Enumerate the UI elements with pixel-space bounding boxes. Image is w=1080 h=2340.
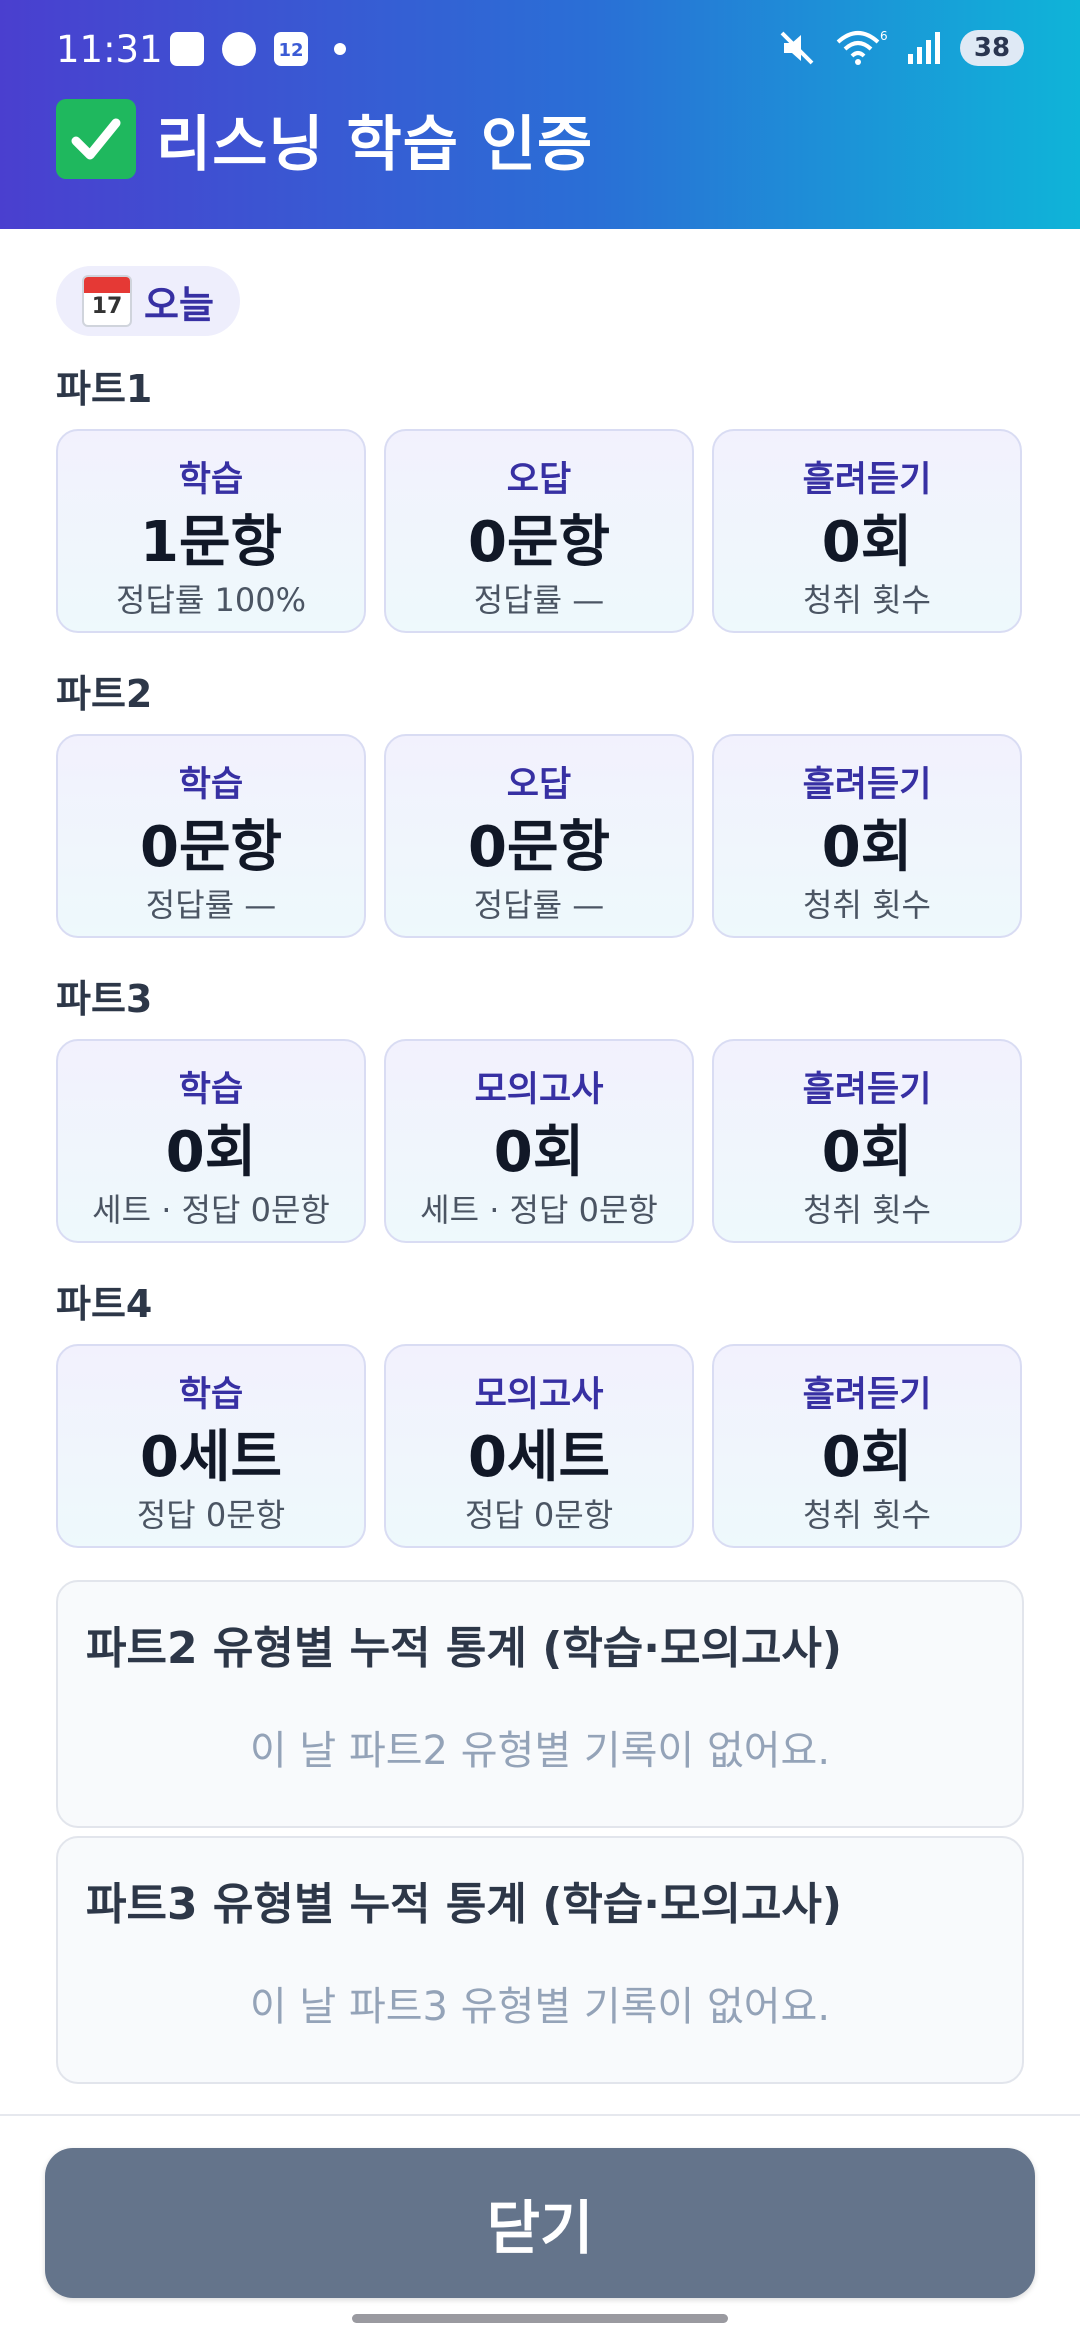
card-title: 학습 (178, 1070, 244, 1110)
system-icons: 6 38 (778, 28, 1024, 68)
page-title: 리스닝 학습 인증 (156, 109, 594, 180)
card-value: 0문항 (467, 815, 610, 880)
check-mark-icon (56, 99, 136, 179)
card-subtext: 세트 · 정답 0문항 (420, 1191, 658, 1229)
card-value: 0회 (493, 1120, 585, 1185)
part2-listening-card[interactable]: 흘려듣기 0회 청취 횟수 (712, 734, 1022, 938)
stats-empty-message: 이 날 파트3 유형별 기록이 없어요. (249, 1984, 831, 2030)
wifi-icon: 6 (836, 29, 888, 65)
stats-panel-title: 파트2 유형별 누적 통계 (학습·모의고사) (86, 1623, 843, 1674)
close-button[interactable]: 닫기 (45, 2148, 1035, 2298)
card-value: 0회 (821, 815, 913, 880)
card-title: 흘려듣기 (802, 765, 932, 805)
card-title: 모의고사 (474, 1375, 604, 1415)
card-title: 학습 (178, 1375, 244, 1415)
date-label: 오늘 (144, 282, 214, 327)
card-title: 흘려듣기 (802, 460, 932, 500)
card-value: 0회 (821, 510, 913, 575)
calendar-icon-day: 17 (91, 294, 123, 319)
stats-panel-title: 파트3 유형별 누적 통계 (학습·모의고사) (86, 1879, 843, 1930)
card-value: 0문항 (139, 815, 282, 880)
network-type-label: 6 (880, 29, 888, 43)
part2-study-card[interactable]: 학습 0문항 정답률 — (56, 734, 366, 938)
part1-wrong-card[interactable]: 오답 0문항 정답률 — (384, 429, 694, 633)
card-title: 오답 (506, 460, 572, 500)
part2-type-stats-panel: 파트2 유형별 누적 통계 (학습·모의고사) 이 날 파트2 유형별 기록이 … (56, 1580, 1024, 1828)
card-title: 오답 (506, 765, 572, 805)
card-subtext: 청취 횟수 (803, 1191, 931, 1229)
part2-label: 파트2 (56, 672, 153, 716)
app-header: 11:31 12 6 38 리스닝 학습 인증 (0, 0, 1080, 229)
card-title: 흘려듣기 (802, 1375, 932, 1415)
status-time: 11:31 (56, 28, 163, 71)
part1-cards: 학습 1문항 정답률 100% 오답 0문항 정답률 — 흘려듣기 0회 청취 … (56, 429, 1024, 635)
battery-indicator: 38 (960, 30, 1024, 66)
card-subtext: 정답률 — (473, 581, 605, 619)
part2-wrong-card[interactable]: 오답 0문항 정답률 — (384, 734, 694, 938)
part4-cards: 학습 0세트 정답 0문항 모의고사 0세트 정답 0문항 흘려듣기 0회 청취… (56, 1344, 1024, 1550)
part2-cards: 학습 0문항 정답률 — 오답 0문항 정답률 — 흘려듣기 0회 청취 횟수 (56, 734, 1024, 940)
part1-listening-card[interactable]: 흘려듣기 0회 청취 횟수 (712, 429, 1022, 633)
part1-study-card[interactable]: 학습 1문항 정답률 100% (56, 429, 366, 633)
card-subtext: 청취 횟수 (803, 581, 931, 619)
part3-study-card[interactable]: 학습 0회 세트 · 정답 0문항 (56, 1039, 366, 1243)
card-value: 0회 (821, 1120, 913, 1185)
title-row: 리스닝 학습 인증 (56, 98, 593, 180)
calendar-notification-day: 12 (278, 40, 304, 61)
signal-icon (908, 32, 940, 64)
card-value: 0문항 (467, 510, 610, 575)
part4-mock-exam-card[interactable]: 모의고사 0세트 정답 0문항 (384, 1344, 694, 1548)
home-indicator[interactable] (352, 2314, 728, 2323)
part3-type-stats-panel: 파트3 유형별 누적 통계 (학습·모의고사) 이 날 파트3 유형별 기록이 … (56, 1836, 1024, 2084)
part1-label: 파트1 (56, 367, 153, 411)
card-value: 0회 (165, 1120, 257, 1185)
part4-label: 파트4 (56, 1282, 153, 1326)
part3-mock-exam-card[interactable]: 모의고사 0회 세트 · 정답 0문항 (384, 1039, 694, 1243)
part3-listening-card[interactable]: 흘려듣기 0회 청취 횟수 (712, 1039, 1022, 1243)
part4-study-card[interactable]: 학습 0세트 정답 0문항 (56, 1344, 366, 1548)
card-value: 0세트 (139, 1425, 282, 1490)
more-notifications-dot-icon (334, 43, 346, 55)
card-title: 흘려듣기 (802, 1070, 932, 1110)
part3-cards: 학습 0회 세트 · 정답 0문항 모의고사 0회 세트 · 정답 0문항 흘려… (56, 1039, 1024, 1245)
mute-icon (780, 31, 814, 65)
card-subtext: 청취 횟수 (803, 1496, 931, 1534)
card-title: 학습 (178, 460, 244, 500)
calendar-icon: 17 (82, 275, 132, 327)
stats-empty-message: 이 날 파트2 유형별 기록이 없어요. (249, 1728, 831, 1774)
card-value: 0세트 (467, 1425, 610, 1490)
calendar-notification-icon: 12 (274, 32, 308, 66)
part4-listening-card[interactable]: 흘려듣기 0회 청취 횟수 (712, 1344, 1022, 1548)
footer-divider (0, 2114, 1080, 2116)
part3-label: 파트3 (56, 977, 153, 1021)
card-title: 모의고사 (474, 1070, 604, 1110)
card-subtext: 정답 0문항 (464, 1496, 614, 1534)
card-subtext: 정답 0문항 (136, 1496, 286, 1534)
status-bar: 11:31 12 6 38 (56, 24, 1024, 76)
chat-notification-icon (222, 32, 256, 66)
notes-notification-icon (170, 32, 204, 66)
card-subtext: 청취 횟수 (803, 886, 931, 924)
card-value: 0회 (821, 1425, 913, 1490)
card-subtext: 정답률 — (145, 886, 277, 924)
date-selector-chip[interactable]: 17 오늘 (56, 266, 240, 336)
card-subtext: 정답률 — (473, 886, 605, 924)
card-value: 1문항 (139, 510, 282, 575)
notification-icons: 12 (170, 32, 346, 66)
card-subtext: 정답률 100% (116, 581, 306, 619)
card-title: 학습 (178, 765, 244, 805)
card-subtext: 세트 · 정답 0문항 (92, 1191, 330, 1229)
